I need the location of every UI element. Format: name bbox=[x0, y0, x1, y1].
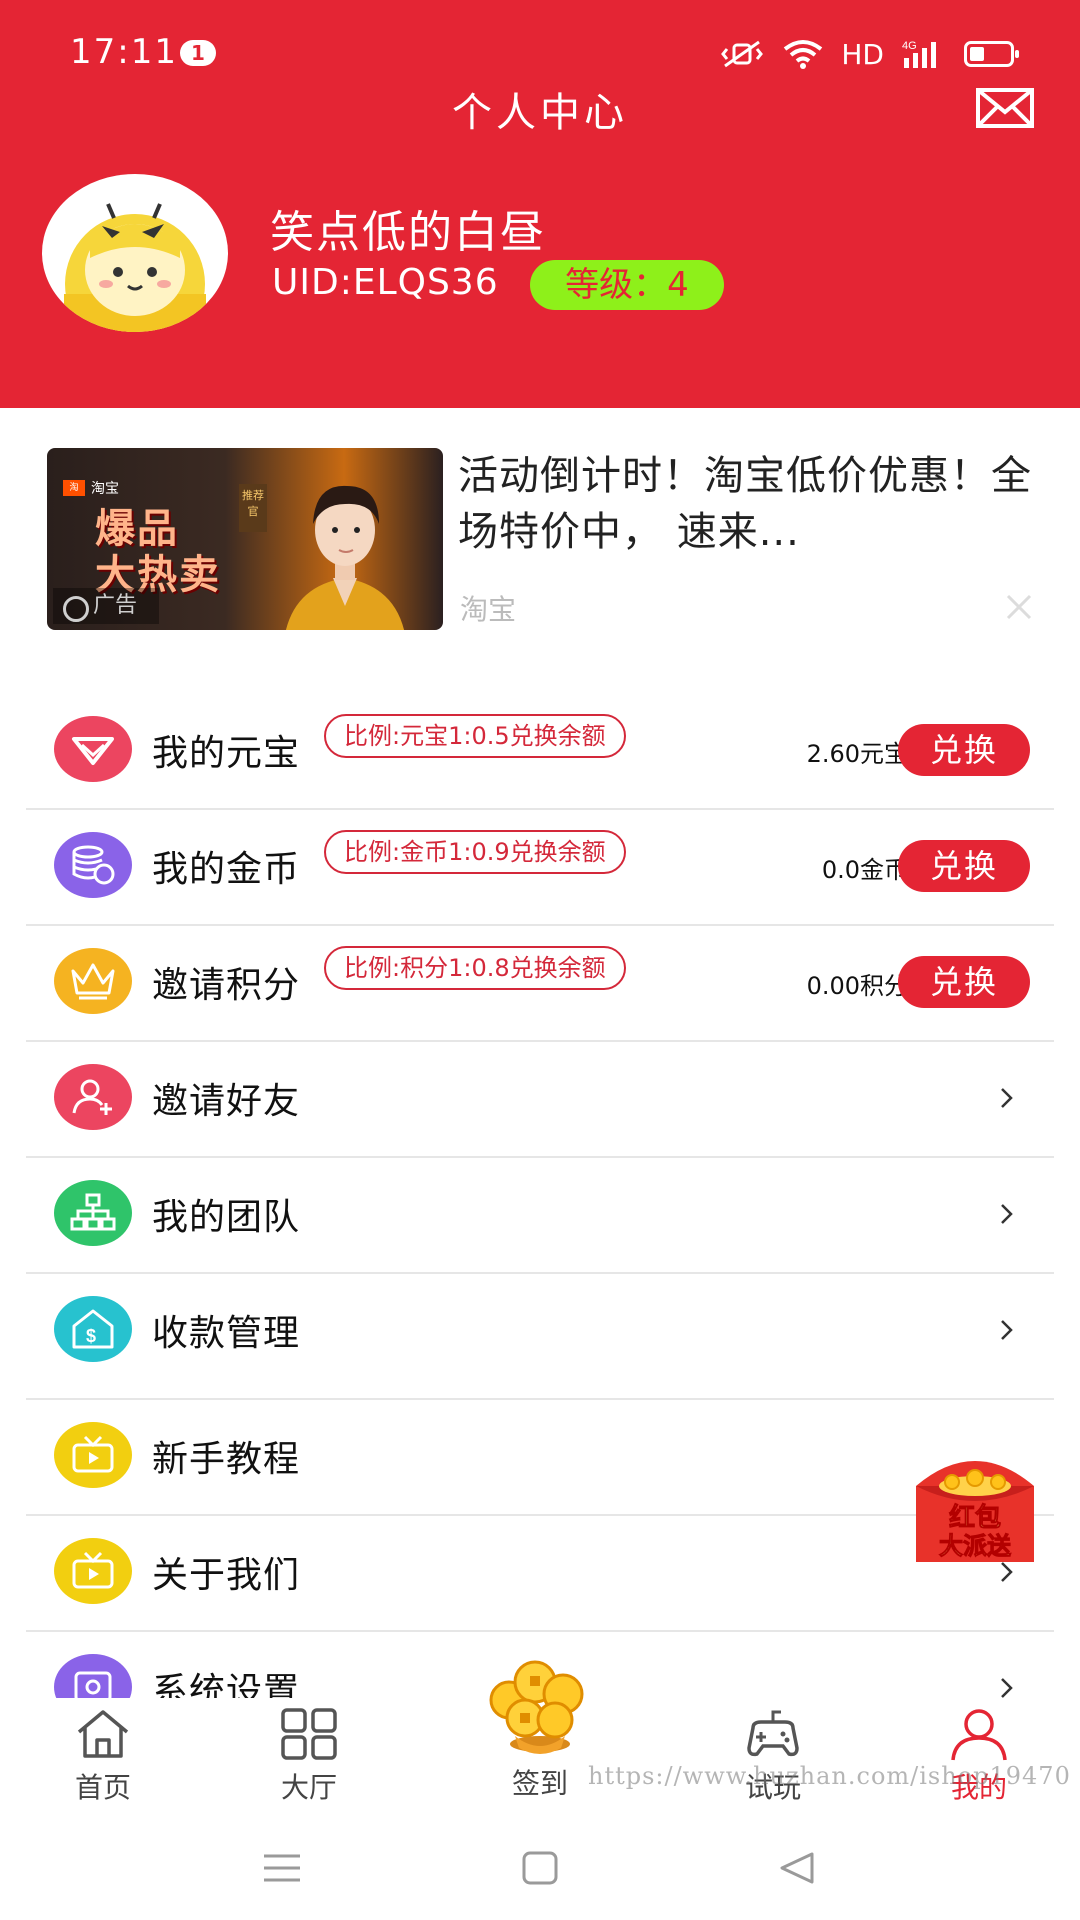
ad-image-tag: 推荐官 bbox=[239, 484, 267, 532]
ad-label: 广告 bbox=[53, 588, 159, 624]
menu-list: 我的元宝 比例:元宝1:0.5兑换余额 2.60元宝 兑换 我的金币 比例:金币… bbox=[0, 694, 1080, 1748]
exchange-button[interactable]: 兑换 bbox=[898, 840, 1030, 892]
menu-row-payment-management[interactable]: $ 收款管理 bbox=[26, 1274, 1054, 1400]
red-packet-float-button[interactable]: 红包 大派送 bbox=[910, 1446, 1040, 1564]
status-icons: HD 4G bbox=[719, 34, 1019, 74]
exchange-button[interactable]: 兑换 bbox=[898, 724, 1030, 776]
user-icon bbox=[951, 1709, 1007, 1761]
row-label: 新手教程 bbox=[152, 1439, 301, 1480]
ad-banner[interactable]: 淘 淘宝 爆品 大热卖 推荐官 广告 活动倒计时！淘宝低价优惠！全场特价中， 速… bbox=[0, 408, 1080, 658]
chevron-right-icon bbox=[1001, 1678, 1013, 1698]
team-tree-icon bbox=[54, 1180, 132, 1246]
balance-amount: 0.00积分 bbox=[806, 972, 908, 1000]
grid-icon bbox=[281, 1708, 337, 1760]
balance-amount: 0.0金币 bbox=[821, 856, 908, 884]
ad-person-image bbox=[286, 485, 404, 630]
page-title: 个人中心 bbox=[452, 90, 628, 136]
row-label: 关于我们 bbox=[152, 1555, 301, 1596]
row-label: 邀请积分 bbox=[152, 965, 301, 1006]
system-navigation-bar bbox=[0, 1828, 1080, 1920]
ad-image-headline-1: 爆品 bbox=[95, 506, 179, 552]
level-badge: 等级：4 bbox=[530, 260, 724, 310]
username: 笑点低的白昼 bbox=[270, 207, 546, 258]
wallet-row-gold-coin: 我的金币 比例:金币1:0.9兑换余额 0.0金币 兑换 bbox=[26, 810, 1054, 926]
bee-avatar-icon bbox=[64, 203, 206, 332]
home-icon bbox=[77, 1710, 129, 1758]
row-label: 我的元宝 bbox=[152, 733, 301, 774]
avatar[interactable] bbox=[42, 174, 228, 332]
menu-row-about-us[interactable]: 关于我们 bbox=[26, 1516, 1054, 1632]
crown-icon bbox=[54, 948, 132, 1014]
red-packet-line2: 大派送 bbox=[939, 1532, 1012, 1560]
back-triangle-icon[interactable] bbox=[776, 1850, 816, 1886]
menu-row-invite-friends[interactable]: 邀请好友 bbox=[26, 1042, 1054, 1158]
wallet-row-ingot: 我的元宝 比例:元宝1:0.5兑换余额 2.60元宝 兑换 bbox=[26, 694, 1054, 810]
wallet-row-invite-points: 邀请积分 比例:积分1:0.8兑换余额 0.00积分 兑换 bbox=[26, 926, 1054, 1042]
tv-play-icon bbox=[54, 1422, 132, 1488]
watermark-text: https://www.huzhan.com/ishop19470 bbox=[588, 1762, 1071, 1790]
tv-play-icon bbox=[54, 1538, 132, 1604]
gamepad-icon bbox=[747, 1710, 799, 1757]
menu-row-my-team[interactable]: 我的团队 bbox=[26, 1158, 1054, 1274]
nav-label: 签到 bbox=[511, 1767, 568, 1800]
nav-label: 首页 bbox=[74, 1771, 131, 1804]
svg-text:$: $ bbox=[86, 1326, 96, 1346]
nav-mine[interactable]: 我的 bbox=[914, 1706, 1044, 1806]
ad-image-brand-text: 淘宝 bbox=[91, 481, 119, 497]
nav-try-play[interactable]: 试玩 bbox=[708, 1706, 838, 1806]
nav-hall[interactable]: 大厅 bbox=[244, 1706, 374, 1806]
nav-check-in[interactable]: 签到 bbox=[475, 1660, 605, 1802]
chevron-right-icon bbox=[1001, 1088, 1013, 1108]
ad-title[interactable]: 活动倒计时！淘宝低价优惠！全场特价中， 速来... bbox=[458, 448, 1038, 560]
balance-amount: 2.60元宝 bbox=[806, 740, 908, 768]
money-house-icon: $ bbox=[54, 1296, 132, 1362]
mail-icon[interactable] bbox=[976, 88, 1034, 128]
home-square-icon[interactable] bbox=[520, 1850, 560, 1886]
svg-text:4G: 4G bbox=[902, 40, 917, 52]
signal-4g-icon: 4G bbox=[902, 40, 936, 68]
menu-row-beginner-tutorial[interactable]: 新手教程 bbox=[26, 1400, 1054, 1516]
chevron-right-icon bbox=[1001, 1204, 1013, 1224]
taobao-logo-icon: 淘 bbox=[63, 480, 85, 496]
coin-pile-icon bbox=[489, 1660, 584, 1754]
exchange-ratio-badge: 比例:积分1:0.8兑换余额 bbox=[324, 946, 626, 990]
status-time: 17:11 bbox=[70, 32, 178, 72]
wifi-icon bbox=[784, 40, 823, 69]
profile-header: 17:11 1 HD 4G 个人中心 笑点低的白昼 UID:ELQS36 等级：… bbox=[0, 0, 1080, 408]
status-bar: 17:11 1 HD 4G bbox=[0, 28, 1080, 80]
network-label: HD bbox=[841, 37, 884, 71]
chevron-right-icon bbox=[1001, 1320, 1013, 1340]
ad-image-headline: 爆品 大热卖 bbox=[95, 506, 221, 598]
red-packet-icon: 红包 大派送 bbox=[916, 1461, 1034, 1562]
menu-lines-icon[interactable] bbox=[262, 1850, 302, 1886]
ad-source: 淘宝 bbox=[460, 593, 517, 626]
notification-badge: 1 bbox=[180, 40, 216, 66]
user-uid: UID:ELQS36 bbox=[272, 262, 499, 303]
ad-image[interactable]: 淘 淘宝 爆品 大热卖 推荐官 广告 bbox=[47, 448, 443, 630]
coin-stack-icon bbox=[54, 832, 132, 898]
row-label: 邀请好友 bbox=[152, 1081, 301, 1122]
row-label: 我的金币 bbox=[152, 849, 301, 890]
ingot-icon bbox=[54, 716, 132, 782]
row-label: 我的团队 bbox=[152, 1197, 301, 1238]
nav-label: 大厅 bbox=[280, 1771, 337, 1804]
ad-image-brand: 淘 淘宝 bbox=[63, 478, 119, 498]
exchange-ratio-badge: 比例:元宝1:0.5兑换余额 bbox=[324, 714, 626, 758]
red-packet-line1: 红包 bbox=[949, 1502, 1001, 1533]
battery-icon bbox=[964, 41, 1019, 67]
add-user-icon bbox=[54, 1064, 132, 1130]
ad-close-icon[interactable] bbox=[1004, 592, 1034, 622]
exchange-ratio-badge: 比例:金币1:0.9兑换余额 bbox=[324, 830, 626, 874]
mute-vibrate-icon bbox=[721, 40, 764, 68]
exchange-button[interactable]: 兑换 bbox=[898, 956, 1030, 1008]
nav-home[interactable]: 首页 bbox=[38, 1706, 168, 1806]
row-label: 收款管理 bbox=[152, 1313, 301, 1354]
